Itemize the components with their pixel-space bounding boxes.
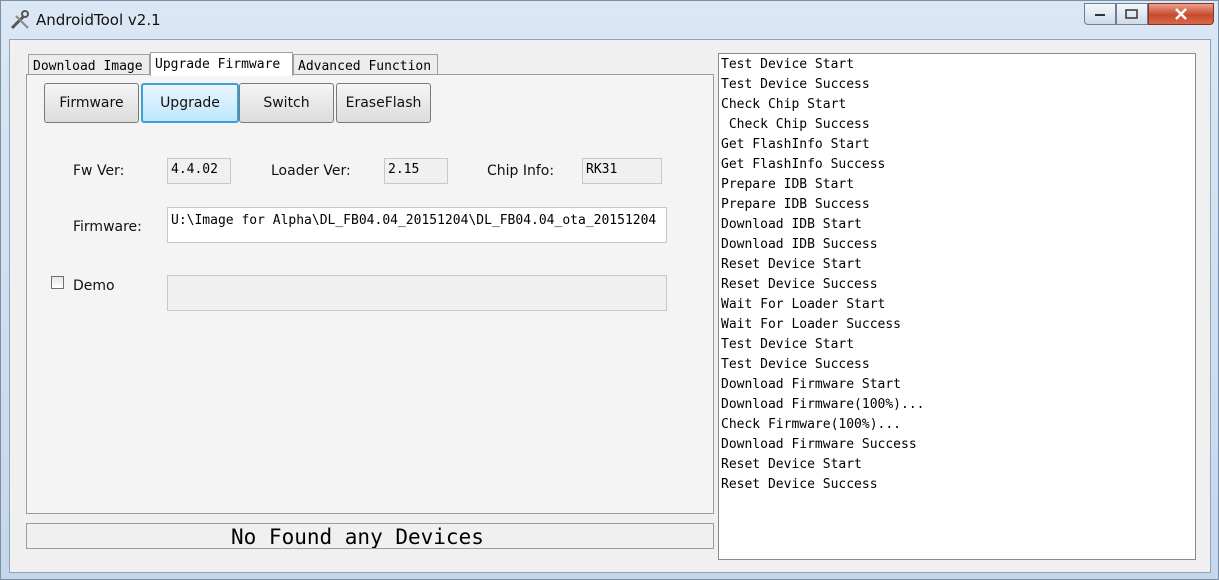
device-status-bar: No Found any Devices — [26, 523, 714, 549]
eraseflash-button[interactable]: EraseFlash — [336, 83, 431, 123]
demo-label: Demo — [73, 278, 115, 294]
upgrade-button[interactable]: Upgrade — [141, 83, 239, 123]
minimize-icon — [1095, 14, 1105, 16]
app-window: AndroidTool v2.1 Download Image Upgrade … — [0, 0, 1219, 580]
log-line: Reset Device Start — [721, 257, 862, 272]
log-line: Download Firmware(100%)... — [721, 397, 925, 412]
firmware-path-label: Firmware: — [73, 219, 142, 235]
log-line: Reset Device Success — [721, 477, 878, 492]
log-line: Download Firmware Success — [721, 437, 917, 452]
log-line: Test Device Start — [721, 337, 855, 352]
log-line: Prepare IDB Start — [721, 177, 855, 192]
log-line: Get FlashInfo Start — [721, 137, 870, 152]
tab-download-image[interactable]: Download Image — [28, 54, 150, 76]
log-line: Check Firmware(100%)... — [721, 417, 902, 432]
log-line: Download IDB Success — [721, 237, 878, 252]
loader-ver-label: Loader Ver: — [271, 163, 351, 179]
tab-advanced-function[interactable]: Advanced Function — [293, 54, 438, 76]
log-line: Get FlashInfo Success — [721, 157, 886, 172]
loader-ver-field: 2.15 — [384, 158, 448, 184]
maximize-button[interactable] — [1116, 3, 1148, 25]
tools-icon — [10, 10, 29, 30]
upgrade-firmware-panel: Firmware Upgrade Switch EraseFlash Fw Ve… — [26, 74, 714, 514]
close-button[interactable] — [1148, 3, 1214, 25]
chip-info-field: RK31 — [582, 158, 662, 184]
tab-upgrade-firmware[interactable]: Upgrade Firmware — [150, 52, 293, 76]
log-line: Wait For Loader Start — [721, 297, 886, 312]
fw-ver-label: Fw Ver: — [73, 163, 125, 179]
log-line: Check Chip Success — [721, 117, 870, 132]
switch-button[interactable]: Switch — [239, 83, 334, 123]
minimize-button[interactable] — [1084, 3, 1116, 25]
log-line: Test Device Start — [721, 57, 855, 72]
demo-field[interactable] — [167, 275, 667, 311]
log-line: Check Chip Start — [721, 97, 847, 112]
firmware-path-field[interactable]: U:\Image for Alpha\DL_FB04.04_20151204\D… — [167, 207, 667, 243]
close-icon — [1175, 8, 1187, 20]
chip-info-label: Chip Info: — [487, 163, 555, 179]
log-line: Wait For Loader Success — [721, 317, 902, 332]
demo-checkbox[interactable] — [51, 276, 64, 289]
window-title: AndroidTool v2.1 — [36, 11, 161, 29]
log-line: Prepare IDB Success — [721, 197, 870, 212]
firmware-button[interactable]: Firmware — [44, 83, 139, 123]
log-line: Test Device Success — [721, 357, 870, 372]
log-line: Test Device Success — [721, 77, 870, 92]
maximize-icon — [1125, 8, 1138, 19]
log-output[interactable]: Test Device Start Test Device Success Chec… — [718, 53, 1196, 560]
title-bar[interactable]: AndroidTool v2.1 — [1, 1, 1218, 39]
log-line: Download Firmware Start — [721, 377, 902, 392]
log-line: Reset Device Success — [721, 277, 878, 292]
log-line: Download IDB Start — [721, 217, 862, 232]
main-area: Download Image Upgrade Firmware Advanced… — [9, 39, 1211, 573]
fw-ver-field: 4.4.02 — [167, 158, 231, 184]
log-line: Reset Device Start — [721, 457, 862, 472]
